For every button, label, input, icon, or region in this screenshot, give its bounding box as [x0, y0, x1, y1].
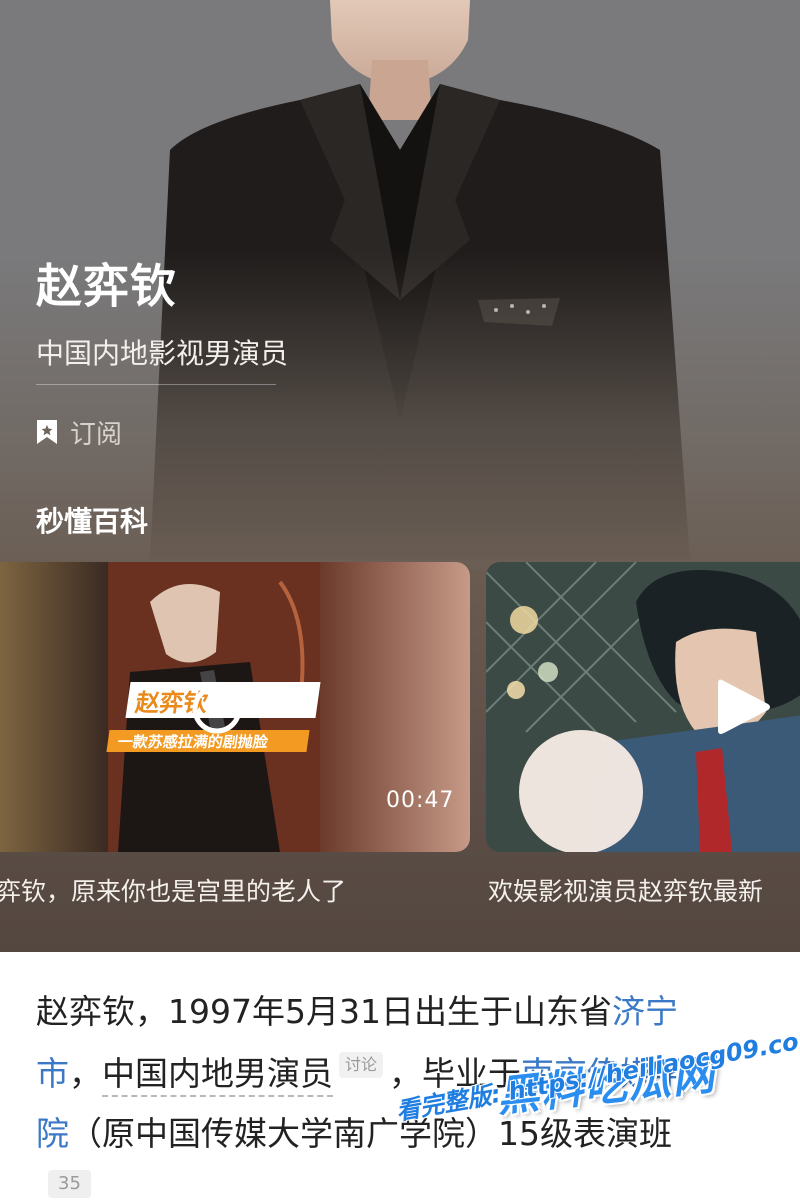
article-text: 赵弈钦，1997年5月31日出生于山东省 [36, 992, 612, 1031]
play-icon[interactable] [716, 676, 772, 738]
subscribe-label: 订阅 [70, 419, 123, 450]
person-description: 中国内地影视男演员 [36, 337, 289, 370]
article-line-3: 院（原中国传媒大学南广学院）15级表演班 [36, 1112, 672, 1156]
section-title: 秒懂百科 [36, 505, 149, 538]
loading-spinner-icon [192, 684, 242, 734]
subscribe-button[interactable]: 订阅 [36, 414, 122, 450]
reference-badge[interactable]: 35 [48, 1170, 91, 1198]
video-caption-1[interactable]: 弈钦，原来你也是宫里的老人了 [0, 872, 346, 908]
article-line-1: 赵弈钦，1997年5月31日出生于山东省济宁 [36, 990, 678, 1034]
discuss-tag[interactable]: 讨论 [339, 1052, 384, 1078]
link-jining[interactable]: 济宁 [612, 992, 678, 1031]
video-caption-2[interactable]: 欢娱影视演员赵弈钦最新 [488, 872, 763, 908]
person-name: 赵弈钦 [36, 259, 177, 313]
link-jining-city[interactable]: 市 [36, 1054, 69, 1093]
divider [36, 384, 276, 385]
article-separator: ， [69, 1054, 102, 1093]
article-text: （原中国传媒大学南广学院）15级表演班 [69, 1114, 672, 1153]
term-actor[interactable]: 中国内地男演员 [102, 1054, 333, 1097]
link-college[interactable]: 院 [36, 1114, 69, 1153]
video-duration: 00:47 [386, 788, 455, 813]
bookmark-icon [37, 420, 57, 444]
